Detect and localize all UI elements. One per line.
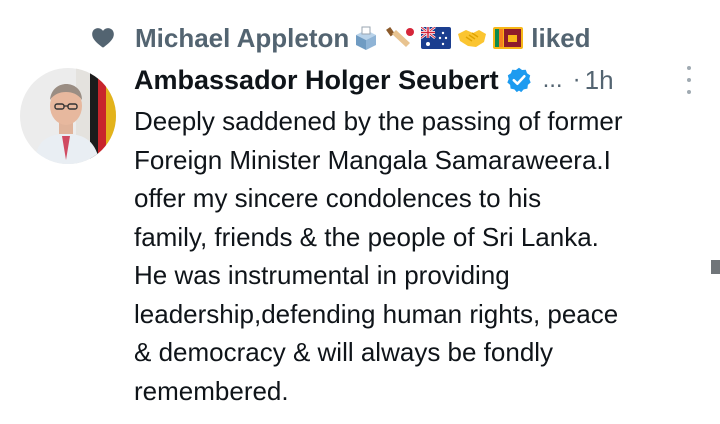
scrollbar-thumb[interactable]: [711, 260, 720, 274]
cricket-bat-icon: [386, 27, 415, 47]
tweet-text-line: remembered.: [134, 375, 289, 406]
user-emoji-row: [353, 25, 524, 51]
tweet-text-line: Foreign Minister Mangala Samaraweera.I: [134, 144, 611, 175]
tweet-text-line: offer my sincere condolences to his: [134, 183, 542, 213]
sri-lanka-flag-icon: [493, 27, 524, 49]
verified-badge-icon: [506, 67, 531, 93]
context-action: liked: [531, 22, 591, 53]
tweet-text-line: & democracy & will always be fondly: [134, 337, 554, 367]
more-options-icon[interactable]: [684, 66, 694, 94]
avatar-photo: [20, 68, 116, 164]
heart-icon: [92, 28, 114, 48]
avatar[interactable]: [20, 68, 116, 164]
tweet-text-line: leadership,defending human rights, peace: [134, 298, 619, 329]
author-handle[interactable]: ...: [543, 66, 563, 94]
ballot-box-icon: [356, 26, 377, 50]
timestamp[interactable]: 1h: [585, 65, 614, 96]
tweet-header: Ambassador Holger Seubert ... · 1h: [134, 62, 696, 98]
tweet-text-line: family, friends & the people of Sri Lank…: [134, 221, 599, 252]
tweet-text: Deeply saddened by the passing of former…: [134, 102, 706, 410]
tweet-text-line: Deeply saddened by the passing of former: [134, 106, 623, 136]
author-name[interactable]: Ambassador Holger Seubert: [134, 65, 499, 96]
australia-flag-icon: [421, 27, 452, 49]
tweet-text-line: He was instrumental in providing: [134, 260, 510, 290]
separator-dot: ·: [572, 66, 581, 93]
social-context: Michael Appleton liked: [135, 20, 591, 56]
handshake-icon: [458, 30, 487, 47]
context-user-name[interactable]: Michael Appleton: [135, 23, 349, 54]
